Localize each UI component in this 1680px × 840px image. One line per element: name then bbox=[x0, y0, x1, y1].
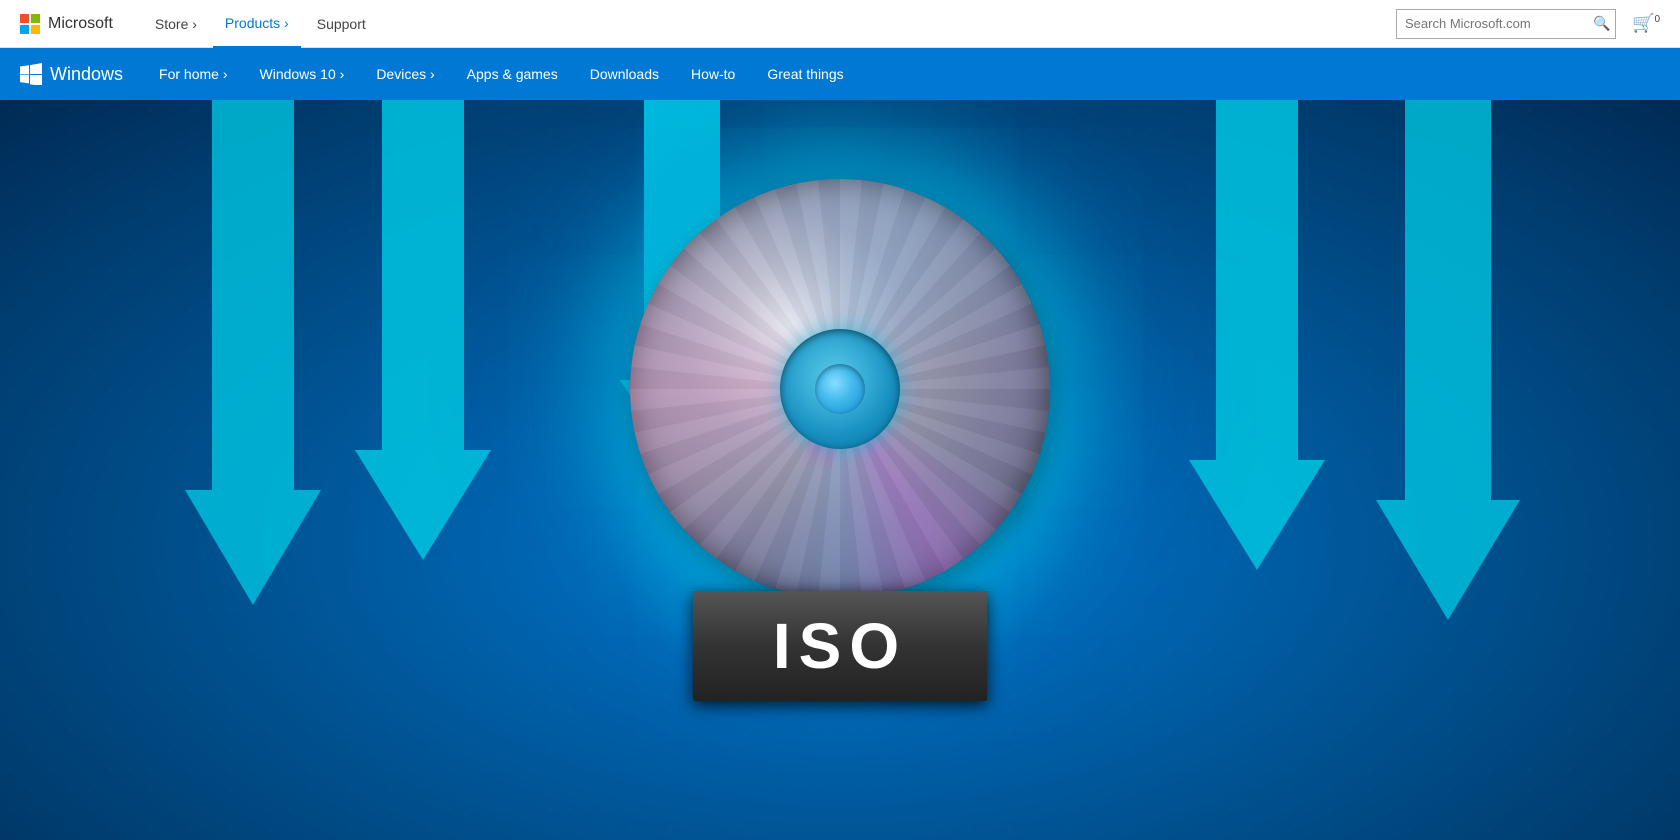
microsoft-logo[interactable]: Microsoft bbox=[20, 14, 113, 34]
products-link[interactable]: Products › bbox=[213, 0, 301, 48]
nav-apps-games[interactable]: Apps & games bbox=[451, 48, 574, 100]
nav-devices[interactable]: Devices › bbox=[360, 48, 450, 100]
cd-container: ISO bbox=[630, 179, 1050, 701]
top-navigation: Microsoft Store › Products › Support 🔍 🛒… bbox=[0, 0, 1680, 48]
nav-for-home[interactable]: For home › bbox=[143, 48, 243, 100]
nav-downloads[interactable]: Downloads bbox=[574, 48, 675, 100]
windows-logo-icon bbox=[20, 63, 42, 85]
windows-navigation: Windows For home › Windows 10 › Devices … bbox=[0, 48, 1680, 100]
nav-windows10[interactable]: Windows 10 › bbox=[244, 48, 361, 100]
ms-logo-grid bbox=[20, 14, 40, 34]
top-nav-links: Store › Products › Support bbox=[143, 0, 1396, 48]
windows-logo-text: Windows bbox=[50, 64, 123, 85]
hero-section: ISO bbox=[0, 100, 1680, 840]
store-link[interactable]: Store › bbox=[143, 0, 209, 48]
cd-disc bbox=[630, 179, 1050, 599]
search-input[interactable] bbox=[1397, 16, 1587, 31]
top-nav-right: 🔍 🛒0 bbox=[1396, 9, 1660, 39]
nav-howto[interactable]: How-to bbox=[675, 48, 751, 100]
windows-logo[interactable]: Windows bbox=[20, 63, 123, 85]
search-box: 🔍 bbox=[1396, 9, 1616, 39]
search-button[interactable]: 🔍 bbox=[1587, 15, 1616, 32]
windows-nav-links: For home › Windows 10 › Devices › Apps &… bbox=[143, 48, 860, 100]
arrow-1 bbox=[185, 100, 321, 605]
nav-great-things[interactable]: Great things bbox=[751, 48, 859, 100]
arrow-5 bbox=[1376, 100, 1520, 620]
microsoft-logo-text: Microsoft bbox=[48, 15, 113, 33]
cart-icon[interactable]: 🛒0 bbox=[1632, 13, 1660, 34]
arrow-4 bbox=[1189, 100, 1325, 570]
cart-badge: 0 bbox=[1654, 14, 1660, 25]
cd-center bbox=[780, 329, 900, 449]
support-link[interactable]: Support bbox=[305, 0, 378, 48]
cd-hole bbox=[815, 364, 865, 414]
arrow-2 bbox=[355, 100, 491, 560]
iso-label: ISO bbox=[693, 591, 987, 701]
